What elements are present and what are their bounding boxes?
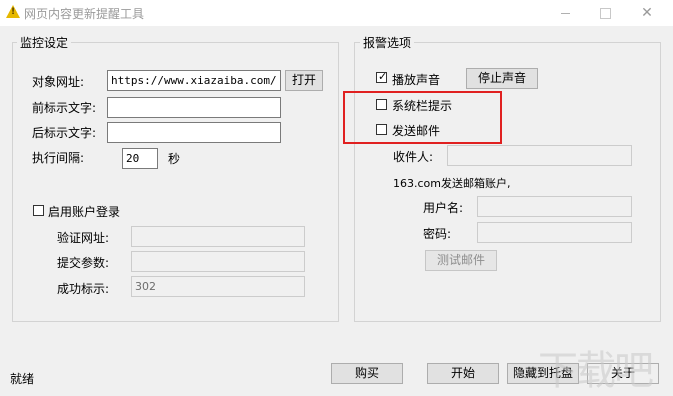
monitor-settings-title: 监控设定 bbox=[17, 34, 72, 51]
url-label: 对象网址: bbox=[32, 75, 85, 89]
suffix-input[interactable] bbox=[107, 122, 281, 143]
url-input[interactable] bbox=[107, 70, 281, 91]
interval-label: 执行间隔: bbox=[32, 151, 85, 165]
password-input[interactable] bbox=[477, 222, 632, 243]
username-label: 用户名: bbox=[423, 201, 464, 215]
recipient-label: 收件人: bbox=[393, 150, 434, 164]
app-icon-exclamation: ! bbox=[11, 7, 16, 17]
verify-url-label: 验证网址: bbox=[57, 231, 110, 245]
open-button[interactable]: 打开 bbox=[285, 70, 323, 91]
verify-url-input[interactable] bbox=[131, 226, 305, 247]
tray-tip-label: 系统栏提示 bbox=[392, 99, 453, 113]
sender-account-label: 163.com发送邮箱账户, bbox=[393, 177, 511, 190]
login-checkbox-label: 启用账户登录 bbox=[48, 205, 121, 219]
interval-input[interactable] bbox=[122, 148, 158, 169]
watermark-logo: 下载吧 bbox=[538, 348, 654, 394]
stop-sound-button[interactable]: 停止声音 bbox=[466, 68, 538, 89]
send-mail-label: 发送邮件 bbox=[392, 124, 441, 138]
maximize-button[interactable] bbox=[590, 2, 620, 24]
start-button[interactable]: 开始 bbox=[427, 363, 499, 384]
test-mail-button[interactable]: 测试邮件 bbox=[425, 250, 497, 271]
maximize-icon bbox=[600, 8, 611, 19]
prefix-label: 前标示文字: bbox=[32, 101, 97, 115]
minimize-icon bbox=[561, 13, 570, 14]
login-checkbox[interactable] bbox=[33, 205, 44, 216]
submit-params-input[interactable] bbox=[131, 251, 305, 272]
close-icon: ✕ bbox=[641, 5, 653, 21]
send-mail-checkbox[interactable] bbox=[376, 124, 387, 135]
success-label: 成功标示: bbox=[57, 282, 110, 296]
username-input[interactable] bbox=[477, 196, 632, 217]
recipient-input[interactable] bbox=[447, 145, 632, 166]
password-label: 密码: bbox=[423, 227, 452, 241]
window-title: 网页内容更新提醒工具 bbox=[24, 7, 145, 21]
buy-button[interactable]: 购买 bbox=[331, 363, 403, 384]
play-sound-label: 播放声音 bbox=[392, 73, 441, 87]
interval-unit: 秒 bbox=[168, 152, 181, 166]
check-icon: ✓ bbox=[378, 70, 388, 83]
status-text: 就绪 bbox=[10, 372, 35, 386]
close-button[interactable]: ✕ bbox=[632, 2, 662, 24]
prefix-input[interactable] bbox=[107, 97, 281, 118]
minimize-button[interactable] bbox=[550, 2, 580, 24]
play-sound-checkbox[interactable]: ✓ bbox=[376, 70, 388, 83]
success-input[interactable] bbox=[131, 276, 305, 297]
tray-tip-checkbox[interactable] bbox=[376, 99, 387, 110]
alarm-options-title: 报警选项 bbox=[360, 34, 415, 51]
submit-params-label: 提交参数: bbox=[57, 256, 110, 270]
suffix-label: 后标示文字: bbox=[32, 126, 97, 140]
